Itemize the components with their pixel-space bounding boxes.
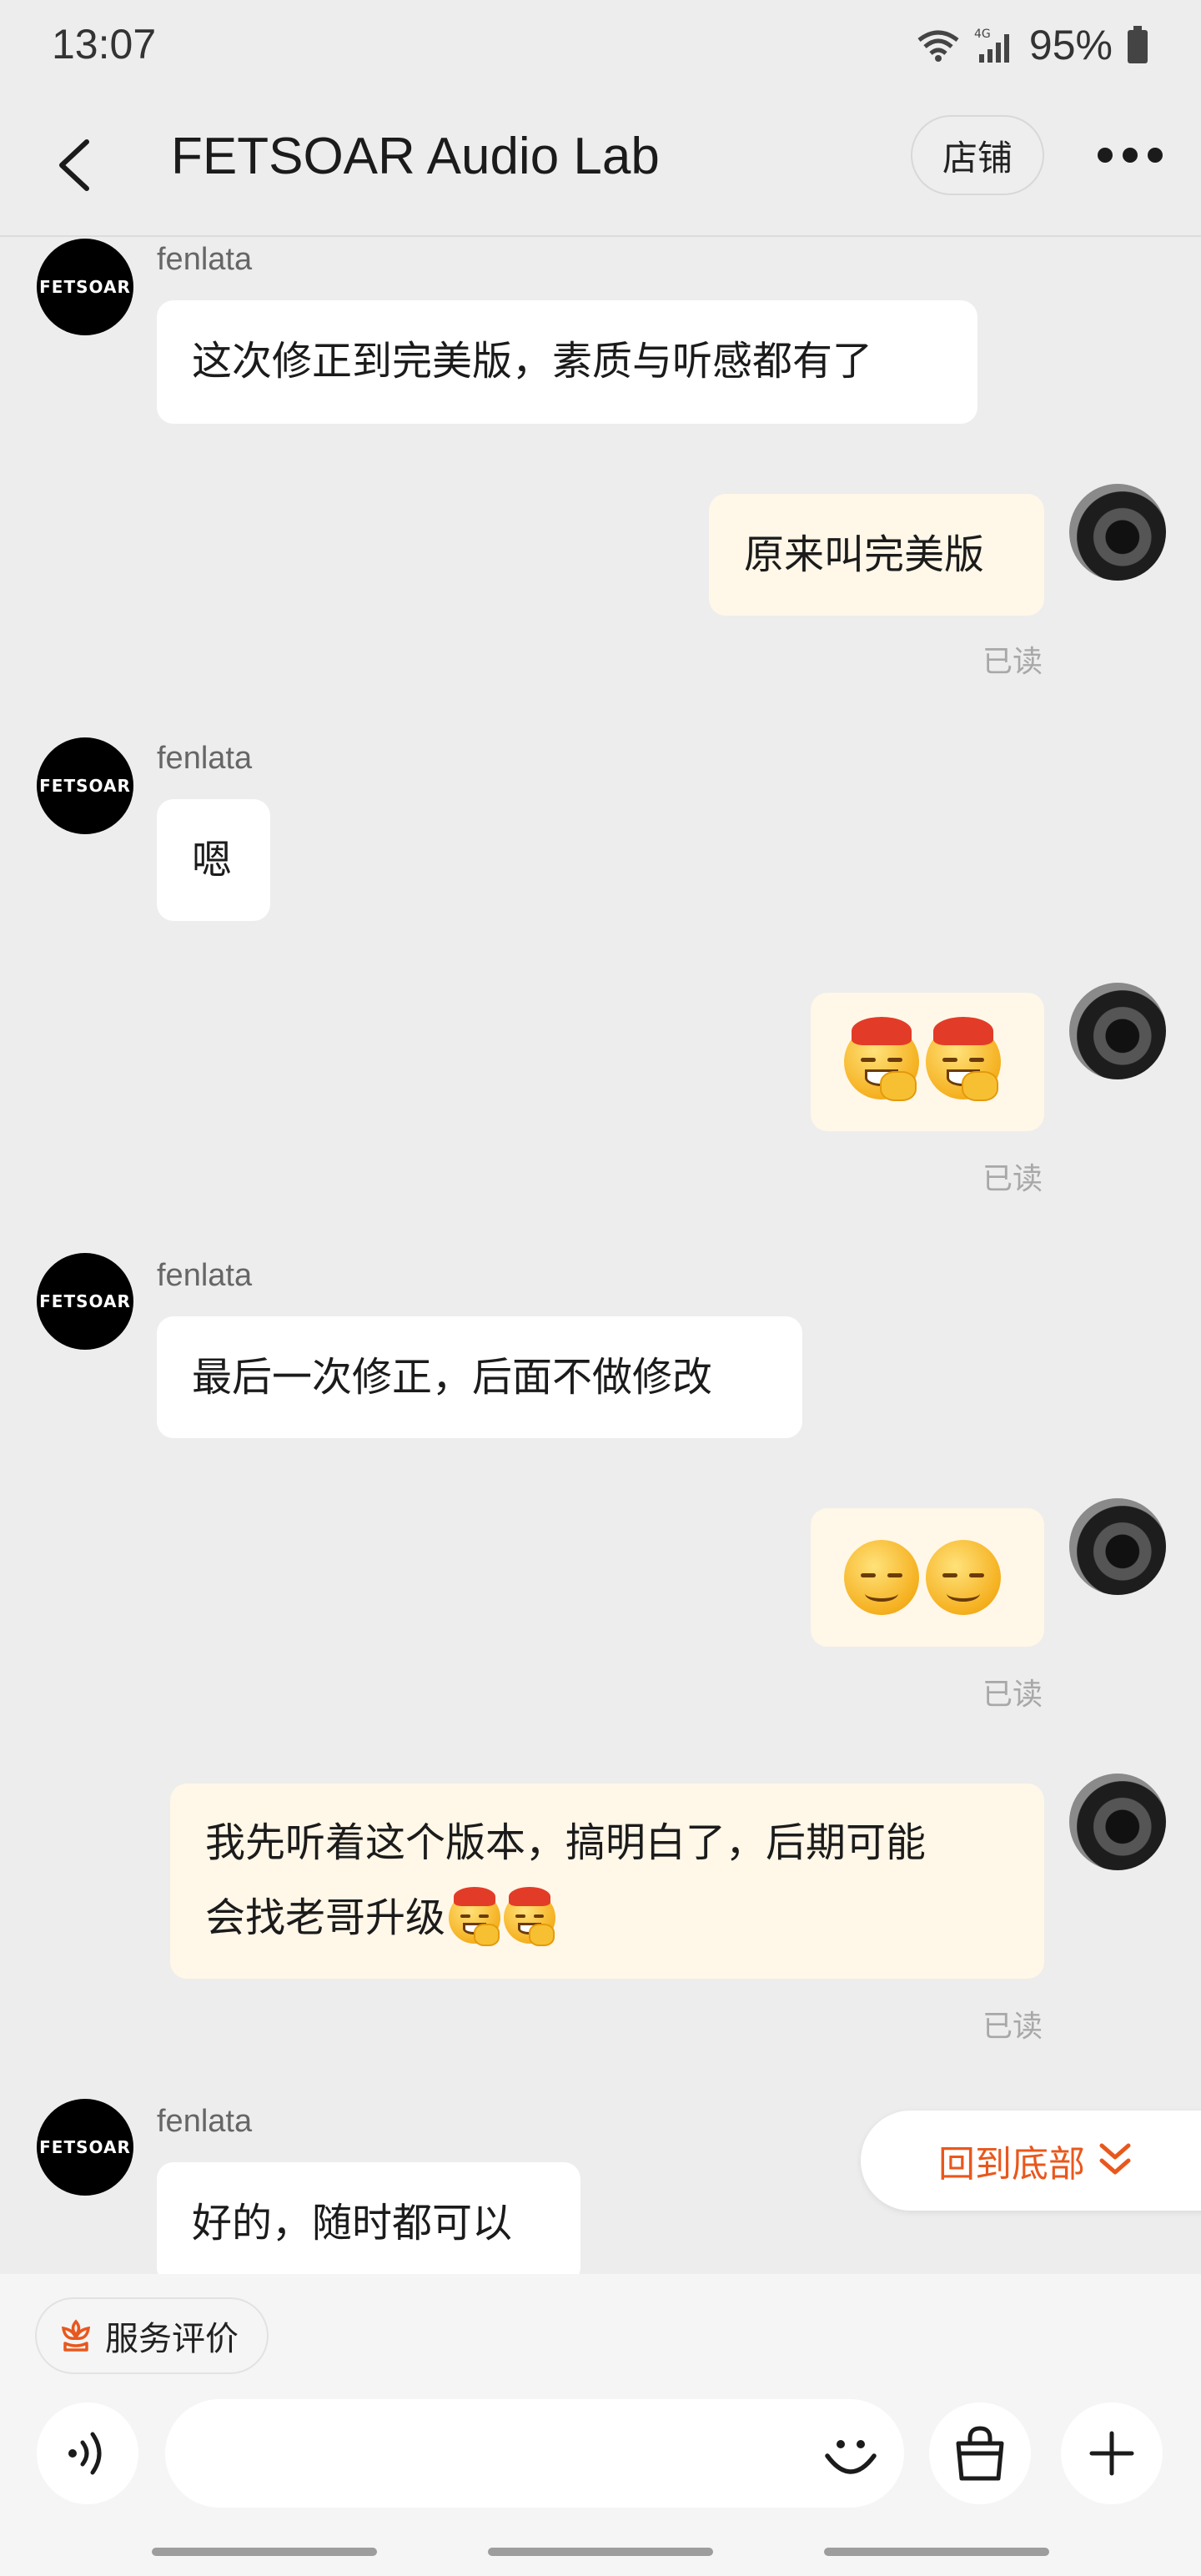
- read-receipt: 已读: [982, 2010, 1043, 2044]
- nav-home-button[interactable]: [488, 2548, 713, 2556]
- more-options-button[interactable]: [1084, 122, 1176, 189]
- laughing-emoji-icon: [504, 1886, 556, 1946]
- status-time: 13:07: [52, 21, 157, 68]
- message-bubble-incoming[interactable]: 好的，随时都可以: [157, 2162, 580, 2284]
- add-more-button[interactable]: [1061, 2402, 1163, 2504]
- network-type-label: 4G: [974, 28, 991, 41]
- battery-icon: [1128, 26, 1148, 63]
- message-input[interactable]: [198, 2424, 786, 2484]
- user-avatar[interactable]: [1069, 983, 1166, 1079]
- message-bubble-incoming[interactable]: 嗯: [157, 799, 270, 921]
- chevron-left-icon: [59, 139, 89, 191]
- nav-back-button[interactable]: [824, 2548, 1049, 2556]
- store-avatar[interactable]: FETSOAR: [37, 2099, 133, 2196]
- emoji-button[interactable]: [816, 2419, 886, 2489]
- back-button[interactable]: [37, 125, 112, 205]
- laughing-emoji-icon: [926, 1017, 1001, 1102]
- back-to-bottom-label: 回到底部: [938, 2143, 1085, 2186]
- emoji-message-bubble[interactable]: [811, 993, 1044, 1131]
- message-text-line: 我先听着这个版本，搞明白了，后期可能: [205, 1819, 927, 1866]
- double-chevron-down-icon: [1099, 2143, 1131, 2175]
- status-bar: 13:07 4G 95%: [0, 0, 1201, 93]
- message-bubble-incoming[interactable]: 这次修正到完美版，素质与听感都有了: [157, 300, 977, 424]
- sender-name: fenlata: [157, 1258, 253, 1293]
- sender-name: fenlata: [157, 2104, 253, 2139]
- shopping-bag-icon: [956, 2426, 1004, 2481]
- cellular-signal-icon: 4G: [974, 28, 1009, 63]
- status-indicators: 4G 95%: [916, 18, 1149, 72]
- message-bubble-outgoing[interactable]: 原来叫完美版: [709, 494, 1044, 616]
- wifi-icon: [917, 30, 959, 62]
- message-bubble-incoming[interactable]: 最后一次修正，后面不做修改: [157, 1316, 802, 1438]
- message-bubble-outgoing[interactable]: 我先听着这个版本，搞明白了，后期可能 会找老哥升级: [170, 1784, 1044, 1979]
- message-input-container[interactable]: [165, 2399, 904, 2508]
- voice-input-button[interactable]: [37, 2402, 138, 2504]
- read-receipt: 已读: [982, 1678, 1043, 1712]
- store-logo: FETSOAR: [39, 2137, 131, 2157]
- laughing-emoji-icon: [844, 1017, 919, 1102]
- store-avatar[interactable]: FETSOAR: [37, 239, 133, 335]
- chat-title: FETSOAR Audio Lab: [171, 128, 660, 185]
- store-avatar[interactable]: FETSOAR: [37, 737, 133, 834]
- system-navigation-bar: [0, 2529, 1201, 2576]
- shopping-bag-button[interactable]: [929, 2402, 1031, 2504]
- sender-name: fenlata: [157, 242, 253, 277]
- plus-icon: [1089, 2431, 1134, 2476]
- user-avatar[interactable]: [1069, 484, 1166, 581]
- service-rating-button[interactable]: 服务评价: [35, 2297, 269, 2374]
- service-rating-label: 服务评价: [105, 2320, 239, 2358]
- battery-percent: 95%: [1028, 22, 1113, 68]
- user-avatar[interactable]: [1069, 1498, 1166, 1595]
- voice-icon: [68, 2432, 102, 2475]
- message-text-line: 会找老哥升级: [205, 1894, 446, 1941]
- store-logo: FETSOAR: [39, 277, 131, 297]
- read-receipt: 已读: [982, 645, 1043, 679]
- smirk-emoji-icon: [844, 1540, 919, 1615]
- read-receipt: 已读: [982, 1162, 1043, 1196]
- back-to-bottom-button[interactable]: 回到底部: [861, 2111, 1201, 2211]
- more-dots-icon: [1098, 148, 1113, 163]
- smirk-emoji-icon: [926, 1540, 1001, 1615]
- store-logo: FETSOAR: [39, 776, 131, 796]
- laughing-emoji-icon: [449, 1886, 501, 1946]
- flower-rating-icon: [61, 2319, 91, 2352]
- sender-name: fenlata: [157, 741, 253, 776]
- store-avatar[interactable]: FETSOAR: [37, 1253, 133, 1350]
- smile-icon: [825, 2440, 877, 2474]
- store-button[interactable]: 店铺: [911, 115, 1044, 195]
- nav-recents-button[interactable]: [152, 2548, 377, 2556]
- store-logo: FETSOAR: [39, 1291, 131, 1311]
- emoji-message-bubble[interactable]: [811, 1508, 1044, 1647]
- chat-header: FETSOAR Audio Lab 店铺: [0, 93, 1201, 237]
- user-avatar[interactable]: [1069, 1774, 1166, 1870]
